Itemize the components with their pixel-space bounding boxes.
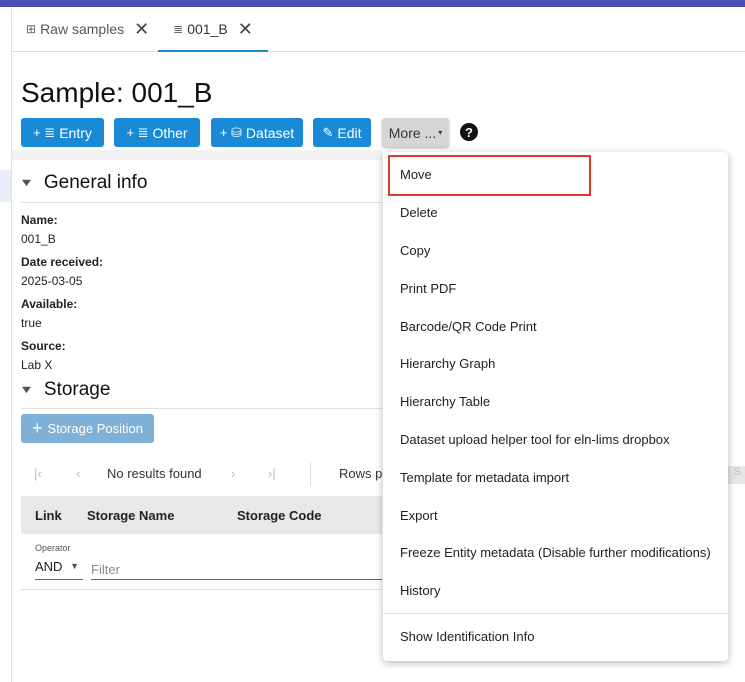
plus-database-icon: + ⛁ — [219, 124, 242, 140]
add-storage-position-button[interactable]: + Storage Position — [21, 414, 154, 443]
menu-item-template-metadata-import[interactable]: Template for metadata import — [400, 470, 569, 485]
column-header-storage-code[interactable]: Storage Code — [237, 508, 322, 523]
lines-icon: ≣ — [173, 22, 184, 36]
menu-item-history[interactable]: History — [400, 583, 440, 598]
divider — [21, 202, 382, 203]
add-dataset-button[interactable]: + ⛁ Dataset — [211, 118, 303, 147]
menu-item-freeze-entity[interactable]: Freeze Entity metadata (Disable further … — [400, 545, 711, 560]
field-value: 2025-03-05 — [21, 274, 83, 288]
page-title: Sample: 001_B — [21, 77, 213, 108]
more-button[interactable]: More ... ▾ — [382, 118, 449, 147]
menu-item-show-identification-info[interactable]: Show Identification Info — [400, 629, 534, 644]
highlight-box — [388, 155, 591, 196]
menu-item-copy[interactable]: Copy — [400, 243, 430, 258]
menu-item-print-pdf[interactable]: Print PDF — [400, 281, 456, 296]
previous-page-icon[interactable]: ‹ — [76, 466, 80, 481]
table-header: Link Storage Name Storage Code — [21, 496, 382, 534]
edit-button[interactable]: ✎ Edit — [313, 118, 371, 147]
table-icon: ⊞ — [26, 22, 37, 36]
pager-divider — [310, 462, 311, 486]
field-label: Available: — [21, 297, 78, 311]
add-entry-button[interactable]: + ≣ Entry — [21, 118, 104, 147]
divider — [21, 408, 382, 409]
menu-divider — [383, 613, 728, 614]
chevron-down-icon: ▼ — [18, 384, 35, 396]
tab-raw-samples[interactable]: ⊞ Raw samples ✕ — [26, 7, 149, 51]
close-icon[interactable]: ✕ — [238, 20, 253, 38]
tab-bar: ⊞ Raw samples ✕ ≣ 001_B ✕ — [12, 7, 745, 52]
left-sidebar-marker — [0, 170, 11, 202]
field-value: 001_B — [21, 232, 56, 246]
plus-lines-icon: + ≣ — [33, 124, 56, 140]
tab-label: 001_B — [187, 21, 228, 37]
general-info-header[interactable]: ▼ General info — [18, 172, 148, 194]
help-icon[interactable]: ? — [460, 123, 478, 141]
menu-item-hierarchy-table[interactable]: Hierarchy Table — [400, 394, 490, 409]
rows-per-page-label: Rows p — [339, 466, 383, 481]
last-page-icon[interactable]: ›| — [268, 466, 276, 481]
edit-icon: ✎ — [322, 124, 334, 140]
menu-item-delete[interactable]: Delete — [400, 205, 438, 220]
caret-down-icon: ▾ — [438, 128, 443, 137]
next-page-icon[interactable]: › — [231, 466, 235, 481]
operator-label: Operator — [35, 543, 71, 553]
pager-status: No results found — [107, 466, 202, 481]
active-tab-indicator — [158, 50, 268, 52]
field-label: Source: — [21, 339, 66, 353]
tab-label: Raw samples — [40, 21, 125, 37]
chevron-down-icon: ▼ — [18, 177, 35, 189]
caret-down-icon: ▼ — [70, 561, 79, 571]
menu-item-dataset-upload-helper[interactable]: Dataset upload helper tool for eln-lims … — [400, 432, 670, 447]
top-bar — [0, 0, 745, 7]
menu-item-hierarchy-graph[interactable]: Hierarchy Graph — [400, 356, 495, 371]
first-page-icon[interactable]: |‹ — [34, 466, 42, 481]
header-background — [12, 150, 382, 160]
filter-input[interactable]: Filter — [91, 559, 382, 580]
field-label: Name: — [21, 213, 58, 227]
close-icon[interactable]: ✕ — [134, 20, 149, 38]
column-header-link[interactable]: Link — [35, 508, 62, 523]
menu-item-barcode-print[interactable]: Barcode/QR Code Print — [400, 319, 537, 334]
storage-header[interactable]: ▼ Storage — [18, 379, 111, 401]
menu-item-export[interactable]: Export — [400, 508, 438, 523]
field-label: Date received: — [21, 255, 104, 269]
more-dropdown-menu: Move Delete Copy Print PDF Barcode/QR Co… — [383, 152, 728, 661]
table-bottom-border — [21, 589, 382, 590]
tab-001-b[interactable]: ≣ 001_B ✕ — [158, 7, 268, 51]
column-header-storage-name[interactable]: Storage Name — [87, 508, 174, 523]
plus-lines-icon: + ≣ — [126, 124, 149, 140]
field-value: Lab X — [21, 358, 53, 372]
left-divider — [11, 7, 12, 682]
field-value: true — [21, 316, 42, 330]
operator-select[interactable]: AND ▼ — [35, 559, 83, 580]
add-other-button[interactable]: + ≣ Other — [114, 118, 200, 147]
plus-icon: + — [32, 418, 43, 438]
